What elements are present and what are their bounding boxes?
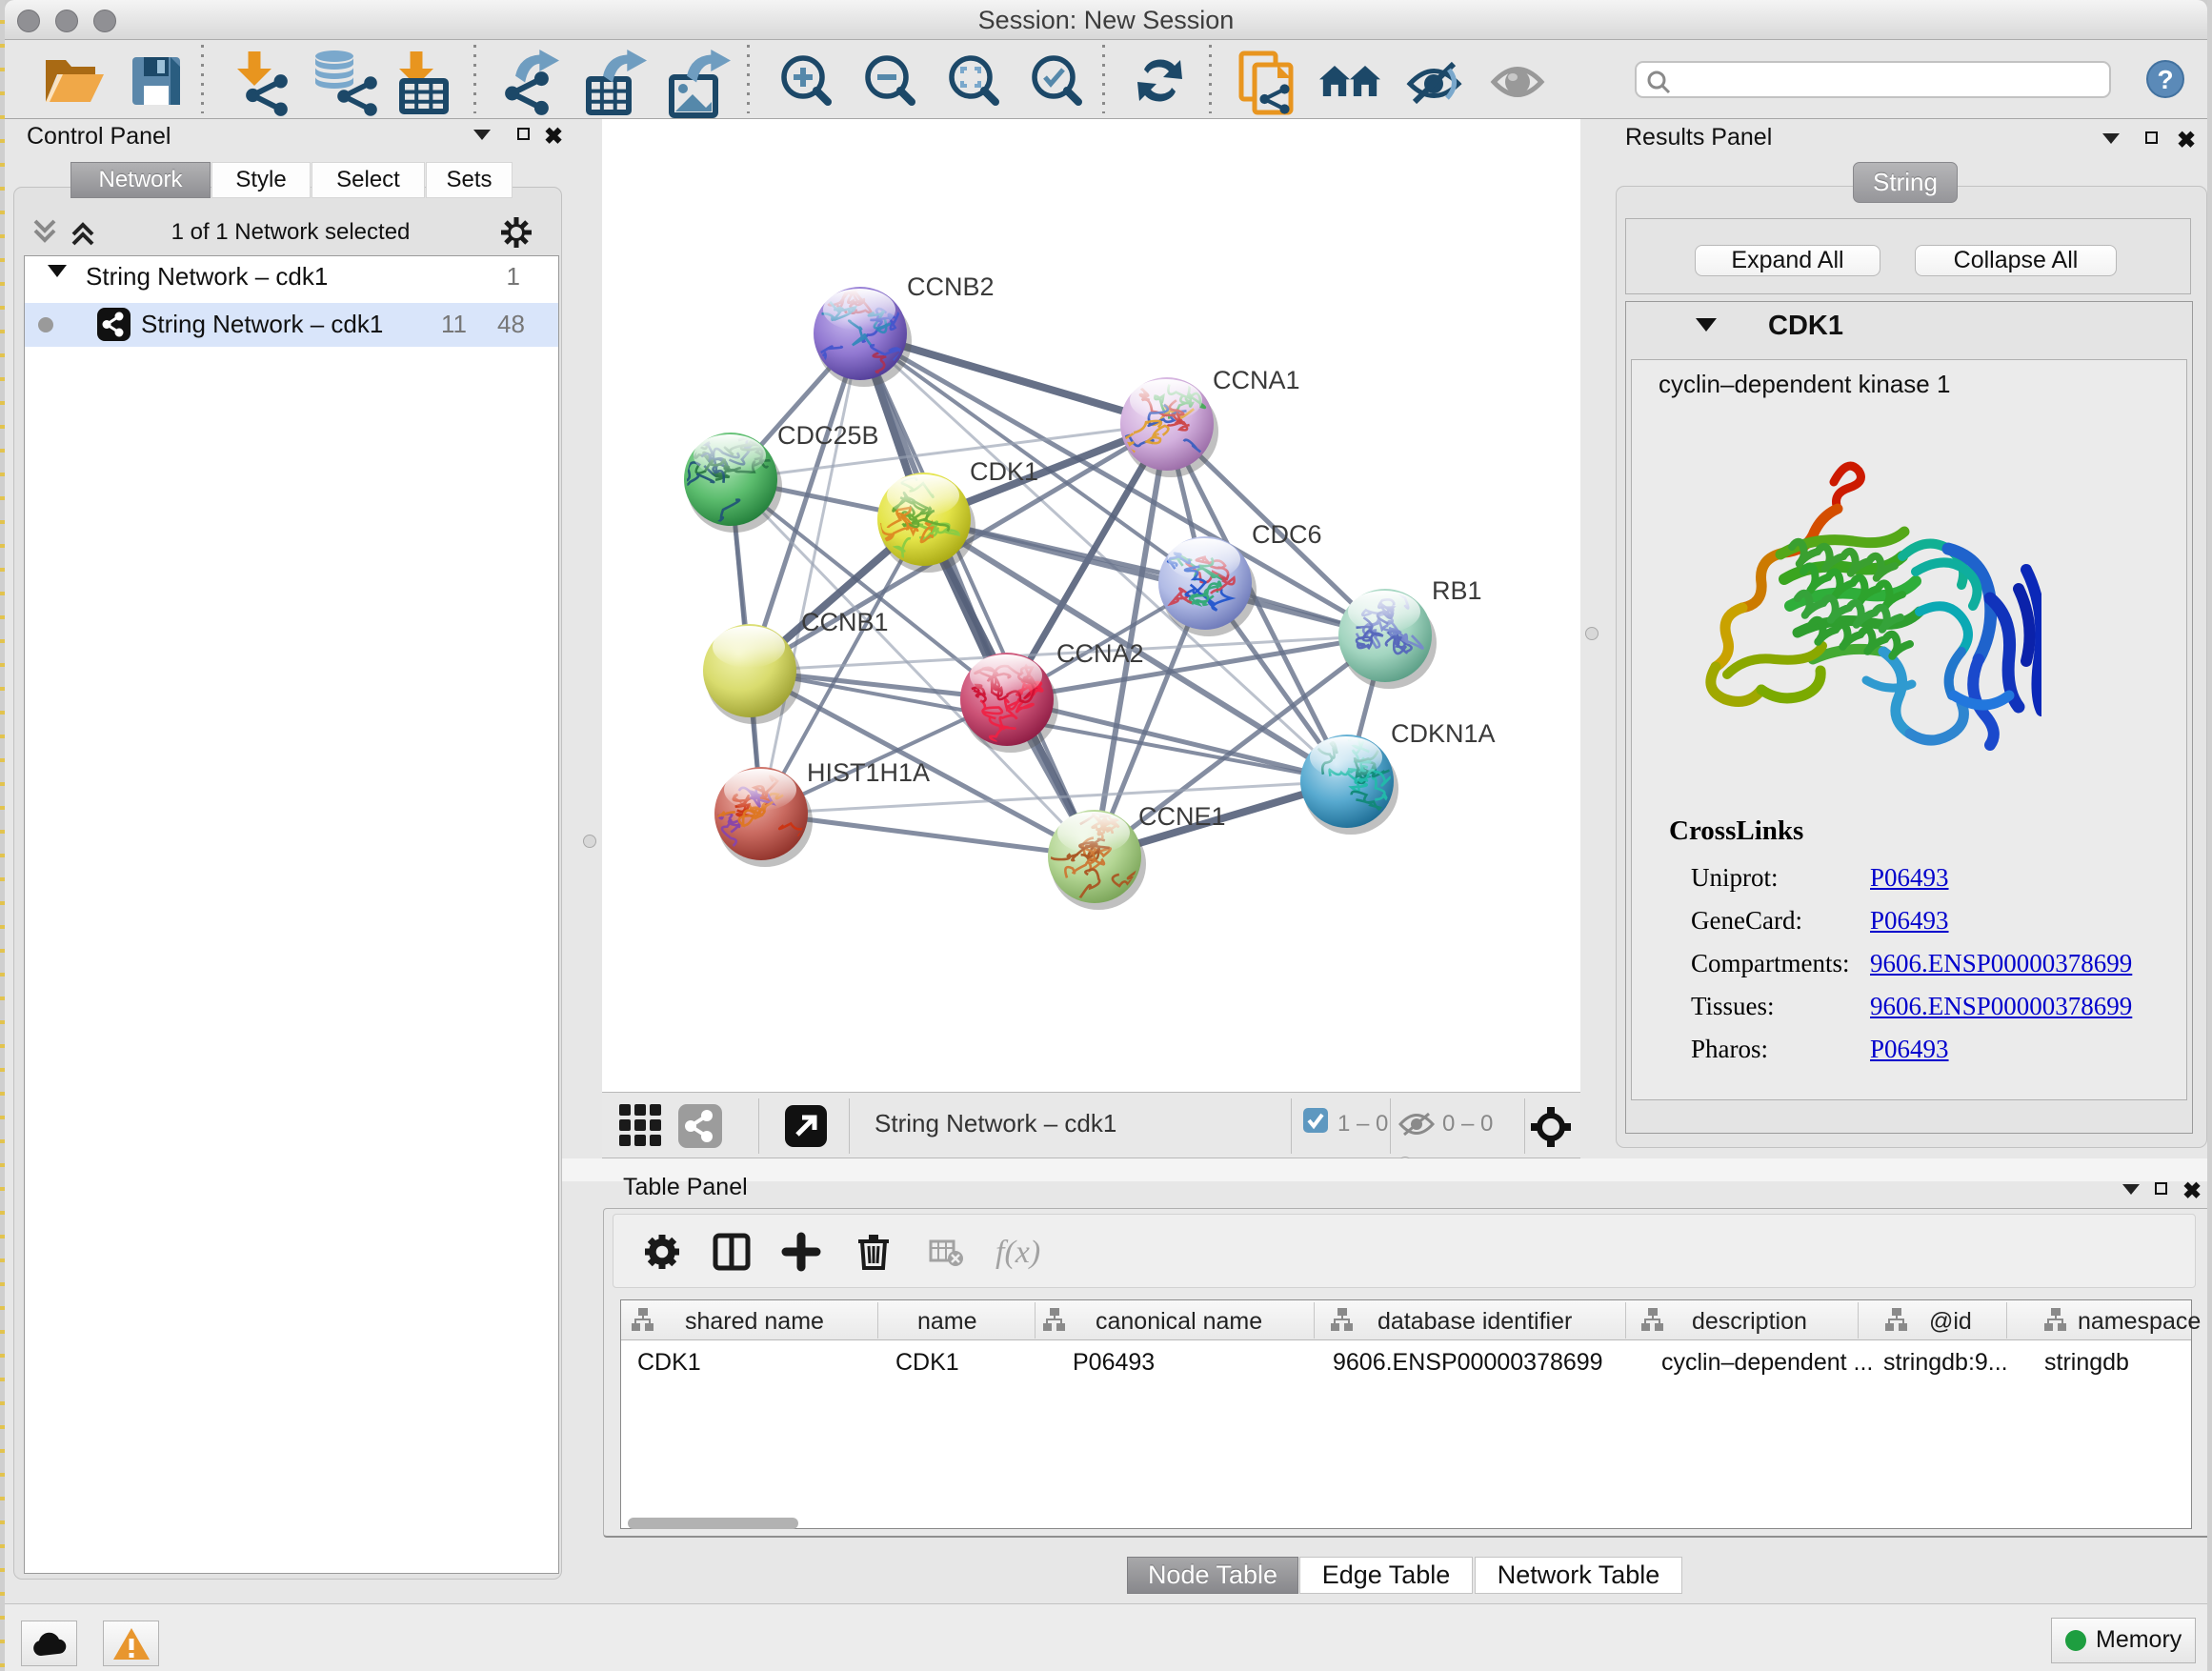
svg-text:CCNB1: CCNB1 [801,608,889,636]
svg-text:CCNE1: CCNE1 [1138,802,1226,831]
svg-text:CCNA2: CCNA2 [1056,639,1144,668]
svg-text:CCNB2: CCNB2 [907,272,995,301]
svg-text:HIST1H1A: HIST1H1A [807,758,930,787]
svg-text:CCNA1: CCNA1 [1213,366,1300,394]
svg-text:f(x): f(x) [995,1235,1040,1270]
svg-text:CDK1: CDK1 [970,457,1038,486]
svg-text:CDC6: CDC6 [1252,520,1322,549]
svg-text:RB1: RB1 [1432,576,1482,605]
svg-text:CDKN1A: CDKN1A [1391,719,1496,748]
svg-text:CDC25B: CDC25B [777,421,879,450]
